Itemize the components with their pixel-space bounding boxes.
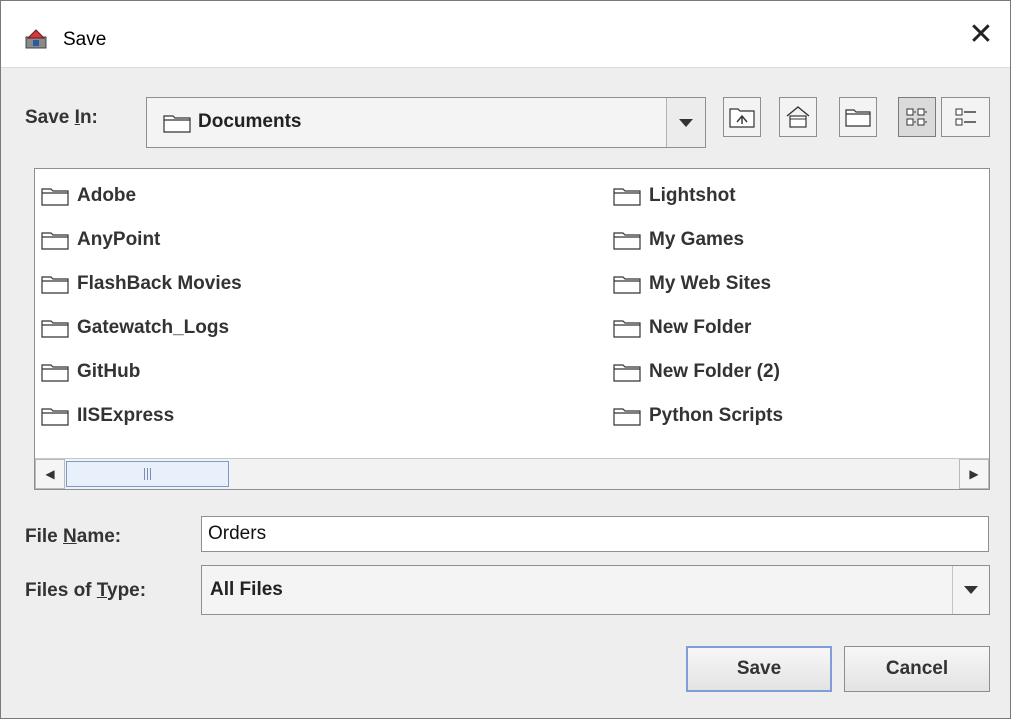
folder-item[interactable]: Gatewatch_Logs [41, 315, 229, 341]
save-button[interactable]: Save [686, 646, 832, 692]
file-type-dropdown-button[interactable] [952, 566, 989, 614]
folder-item[interactable]: GitHub [41, 359, 140, 385]
list-view-icon [906, 108, 927, 126]
folder-icon [613, 318, 641, 338]
java-app-icon [25, 29, 47, 49]
file-name-label: File Name: [25, 526, 122, 547]
folder-item[interactable]: FlashBack Movies [41, 271, 242, 297]
folder-icon [613, 362, 641, 382]
file-list[interactable]: Adobe AnyPoint FlashBack Movies Gatewatch_L… [34, 168, 990, 490]
folder-item[interactable]: Adobe [41, 183, 136, 209]
folder-name: FlashBack Movies [77, 273, 242, 294]
folder-icon [41, 406, 69, 426]
folder-name: My Web Sites [649, 273, 772, 294]
chevron-down-icon [679, 118, 693, 127]
folder-icon [41, 274, 69, 294]
title-bar: Save ✕ [1, 1, 1010, 68]
new-folder-icon [845, 109, 871, 127]
close-icon: ✕ [968, 17, 994, 51]
folder-icon [41, 186, 69, 206]
folder-item[interactable]: IISExpress [41, 403, 174, 429]
folder-icon [163, 113, 191, 133]
folder-icon [41, 230, 69, 250]
folder-item[interactable]: AnyPoint [41, 227, 160, 253]
folder-name: Python Scripts [649, 405, 784, 426]
folder-name: AnyPoint [77, 229, 161, 250]
folder-name: Gatewatch_Logs [77, 317, 230, 338]
arrow-right-icon: ▶ [969, 467, 979, 481]
file-type-combo[interactable]: All Files [201, 565, 990, 615]
folder-icon [41, 362, 69, 382]
scroll-left-button[interactable]: ◀ [35, 459, 65, 489]
up-folder-icon [729, 108, 755, 128]
grip-icon [144, 468, 151, 480]
file-name-input[interactable] [201, 516, 989, 552]
close-button[interactable]: ✕ [952, 1, 1010, 67]
folder-name: Lightshot [649, 185, 736, 206]
folder-name: My Games [649, 229, 745, 250]
folder-icon [613, 274, 641, 294]
save-in-combo[interactable]: Documents [146, 97, 706, 148]
folder-icon [613, 230, 641, 250]
folder-item[interactable]: Lightshot [613, 183, 736, 209]
folder-item[interactable]: Python Scripts [613, 403, 783, 429]
list-view-button[interactable] [898, 97, 936, 137]
folder-name: Adobe [77, 185, 137, 206]
folder-name: New Folder (2) [649, 361, 780, 382]
folder-item[interactable]: My Games [613, 227, 744, 253]
folder-name: New Folder [649, 317, 752, 338]
save-in-value: Documents [198, 111, 302, 132]
scrollbar-thumb[interactable] [66, 461, 229, 487]
save-in-label: Save In: [25, 107, 98, 128]
folder-item[interactable]: My Web Sites [613, 271, 771, 297]
save-in-dropdown-button[interactable] [666, 98, 705, 147]
home-button[interactable] [779, 97, 817, 137]
folder-name: GitHub [77, 361, 141, 382]
details-view-button[interactable] [941, 97, 990, 137]
folder-item[interactable]: New Folder (2) [613, 359, 780, 385]
cancel-button[interactable]: Cancel [844, 646, 990, 692]
new-folder-button[interactable] [839, 97, 877, 137]
folder-name: IISExpress [77, 405, 175, 426]
file-type-label: Files of Type: [25, 580, 147, 601]
file-type-value: All Files [210, 579, 283, 600]
chevron-down-icon [964, 586, 978, 594]
window-title: Save [63, 29, 107, 50]
folder-icon [613, 186, 641, 206]
arrow-left-icon: ◀ [45, 467, 55, 481]
horizontal-scrollbar[interactable]: ◀ ▶ [35, 458, 989, 489]
scroll-right-button[interactable]: ▶ [959, 459, 989, 489]
up-one-level-button[interactable] [723, 97, 761, 137]
home-icon [786, 106, 810, 128]
details-view-icon [955, 108, 976, 126]
save-dialog: Save ✕ Save In: Documents Adobe AnyPoint F… [0, 0, 1011, 719]
folder-icon [613, 406, 641, 426]
folder-item[interactable]: New Folder [613, 315, 751, 341]
folder-icon [41, 318, 69, 338]
